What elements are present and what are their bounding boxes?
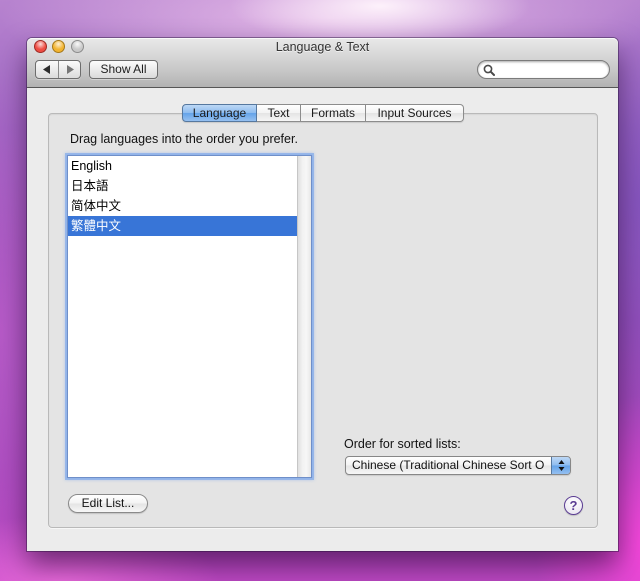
- search-field[interactable]: [477, 60, 610, 79]
- forward-button[interactable]: [59, 61, 80, 78]
- search-input[interactable]: [498, 62, 604, 77]
- sort-order-value: Chinese (Traditional Chinese Sort O: [352, 458, 545, 472]
- language-item-simplified-chinese[interactable]: 简体中文: [68, 196, 297, 216]
- show-all-button[interactable]: Show All: [89, 60, 158, 79]
- window-title: Language & Text: [275, 40, 370, 54]
- language-item-japanese[interactable]: 日本語: [68, 176, 297, 196]
- language-rows: English 日本語 简体中文 繁體中文: [68, 156, 297, 236]
- edit-list-button[interactable]: Edit List...: [68, 494, 148, 513]
- title-bar[interactable]: Language & Text Show All: [27, 38, 618, 88]
- language-item-traditional-chinese[interactable]: 繁體中文: [68, 216, 297, 236]
- back-arrow-icon: [43, 65, 50, 74]
- back-forward-control: [35, 60, 81, 79]
- language-item-english[interactable]: English: [68, 156, 297, 176]
- language-list-scrollbar[interactable]: [297, 156, 311, 477]
- preferred-languages-list[interactable]: English 日本語 简体中文 繁體中文: [67, 155, 312, 478]
- language-text-window: Language & Text Show All Drag languages: [27, 38, 618, 551]
- sort-order-label: Order for sorted lists:: [344, 437, 461, 451]
- search-icon: [483, 64, 495, 76]
- pane-tabs: Language Text Formats Input Sources: [182, 104, 464, 122]
- desktop-background: Language & Text Show All Drag languages: [0, 0, 640, 581]
- tab-formats[interactable]: Formats: [301, 104, 366, 122]
- language-tab-panel: Drag languages into the order you prefer…: [48, 113, 598, 528]
- language-order-instruction: Drag languages into the order you prefer…: [70, 132, 298, 146]
- tab-input-sources[interactable]: Input Sources: [366, 104, 464, 122]
- help-button[interactable]: ?: [564, 496, 583, 515]
- tab-text[interactable]: Text: [257, 104, 301, 122]
- popup-stepper[interactable]: [551, 457, 570, 474]
- tab-language[interactable]: Language: [182, 104, 257, 122]
- sort-order-popup[interactable]: Chinese (Traditional Chinese Sort O: [345, 456, 571, 475]
- back-button[interactable]: [36, 61, 59, 78]
- forward-arrow-icon: [66, 65, 74, 74]
- up-down-arrows-icon: [558, 460, 564, 471]
